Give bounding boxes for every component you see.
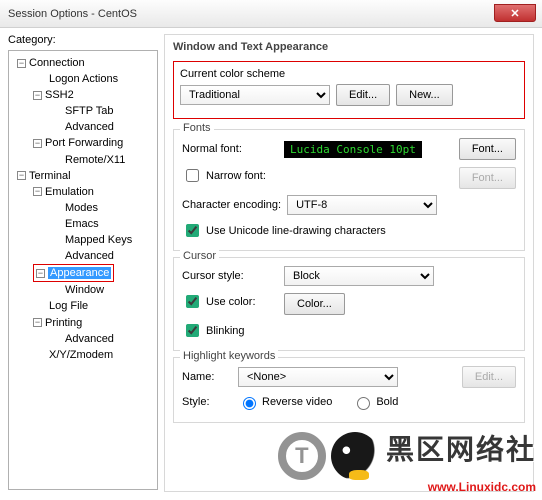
narrow-font-label: Narrow font:: [206, 170, 266, 182]
highlight-name-select[interactable]: <None>: [238, 367, 398, 387]
tree-emu-advanced[interactable]: Advanced: [65, 250, 114, 262]
highlight-edit-button: Edit...: [462, 366, 516, 388]
tree-connection[interactable]: Connection: [29, 57, 85, 69]
category-label: Category:: [8, 34, 158, 46]
highlight-style-label: Style:: [182, 396, 232, 408]
close-icon: ✕: [510, 7, 519, 20]
highlight-group: Highlight keywords Name: <None> Edit... …: [173, 357, 525, 423]
tree-logon-actions[interactable]: Logon Actions: [49, 73, 118, 85]
color-scheme-select[interactable]: Traditional: [180, 85, 330, 105]
tree-port-forwarding[interactable]: Port Forwarding: [45, 138, 123, 150]
tree-emacs[interactable]: Emacs: [65, 218, 99, 230]
normal-font-button[interactable]: Font...: [459, 138, 516, 160]
cursor-style-label: Cursor style:: [182, 270, 278, 282]
fonts-legend: Fonts: [180, 122, 214, 134]
reverse-video-radio[interactable]: [243, 397, 256, 410]
tree-ssh2[interactable]: SSH2: [45, 89, 74, 101]
new-scheme-button[interactable]: New...: [396, 84, 453, 106]
tree-sftp-tab[interactable]: SFTP Tab: [65, 105, 114, 117]
expand-icon[interactable]: −: [33, 139, 42, 148]
tree-log-file[interactable]: Log File: [49, 301, 88, 313]
narrow-font-checkbox[interactable]: [186, 169, 199, 182]
normal-font-preview: Lucida Console 10pt: [284, 141, 422, 158]
highlight-name-label: Name:: [182, 371, 232, 383]
fonts-group: Fonts Normal font: Lucida Console 10pt F…: [173, 129, 525, 251]
tree-emulation[interactable]: Emulation: [45, 186, 94, 198]
blinking-label: Blinking: [206, 325, 245, 337]
use-color-label: Use color:: [206, 296, 256, 308]
tree-printing[interactable]: Printing: [45, 317, 82, 329]
tree-modes[interactable]: Modes: [65, 202, 98, 214]
cursor-legend: Cursor: [180, 250, 219, 262]
tree-window[interactable]: Window: [65, 284, 104, 296]
edit-scheme-button[interactable]: Edit...: [336, 84, 390, 106]
tree-print-advanced[interactable]: Advanced: [65, 333, 114, 345]
use-color-checkbox[interactable]: [186, 295, 199, 308]
color-scheme-legend: Current color scheme: [180, 68, 518, 80]
expand-icon[interactable]: −: [17, 59, 26, 68]
expand-icon[interactable]: −: [33, 187, 42, 196]
tree-remote-x11[interactable]: Remote/X11: [65, 154, 125, 166]
unicode-lines-checkbox[interactable]: [186, 224, 199, 237]
encoding-label: Character encoding:: [182, 199, 281, 211]
cursor-style-select[interactable]: Block: [284, 266, 434, 286]
panel-title: Window and Text Appearance: [173, 41, 525, 53]
bold-radio[interactable]: [357, 397, 370, 410]
normal-font-label: Normal font:: [182, 143, 278, 155]
window-title: Session Options - CentOS: [8, 8, 137, 20]
category-tree[interactable]: −Connection Logon Actions −SSH2 SFTP Tab…: [8, 50, 158, 490]
tree-ssh2-advanced[interactable]: Advanced: [65, 121, 114, 133]
expand-icon[interactable]: −: [33, 91, 42, 100]
tree-terminal[interactable]: Terminal: [29, 170, 71, 182]
bold-label: Bold: [376, 396, 398, 408]
encoding-select[interactable]: UTF-8: [287, 195, 437, 215]
color-scheme-group: Current color scheme Traditional Edit...…: [173, 61, 525, 119]
narrow-font-button: Font...: [459, 167, 516, 189]
unicode-lines-label: Use Unicode line-drawing characters: [206, 225, 386, 237]
tree-mapped-keys[interactable]: Mapped Keys: [65, 234, 132, 246]
cursor-group: Cursor Cursor style: Block Use color: Co…: [173, 257, 525, 351]
expand-icon[interactable]: −: [36, 269, 45, 278]
expand-icon[interactable]: −: [33, 318, 42, 327]
expand-icon[interactable]: −: [17, 171, 26, 180]
highlight-legend: Highlight keywords: [180, 350, 278, 362]
title-bar: Session Options - CentOS ✕: [0, 0, 542, 28]
tree-xyzmodem[interactable]: X/Y/Zmodem: [49, 349, 113, 361]
cursor-color-button[interactable]: Color...: [284, 293, 345, 315]
tree-appearance[interactable]: Appearance: [48, 267, 111, 279]
reverse-video-label: Reverse video: [262, 396, 332, 408]
close-button[interactable]: ✕: [494, 4, 536, 22]
blinking-checkbox[interactable]: [186, 324, 199, 337]
